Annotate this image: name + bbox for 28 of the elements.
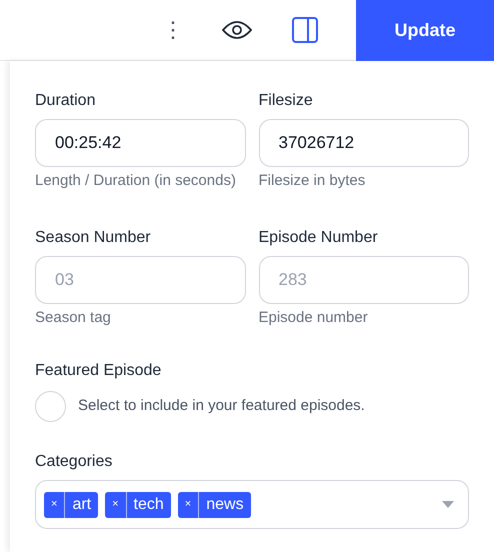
field-hint: Length / Duration (in seconds) xyxy=(35,171,237,191)
remove-tag-button[interactable]: × xyxy=(44,492,66,518)
preview-icon[interactable] xyxy=(222,20,252,40)
tag-label: tech xyxy=(132,494,165,514)
checkbox-label: Select to include in your featured episodes. xyxy=(78,396,365,416)
update-button[interactable]: Update xyxy=(356,0,494,60)
field-label: Featured Episode xyxy=(35,361,162,381)
field-hint: Season tag xyxy=(35,308,112,328)
input-field[interactable]: 37026712 xyxy=(258,119,469,167)
tag-label: news xyxy=(205,494,245,514)
tag-label: art xyxy=(71,494,92,514)
category-select[interactable]: × art × tech × news xyxy=(35,480,469,529)
dropdown-caret-icon xyxy=(442,501,454,508)
remove-tag-button[interactable]: × xyxy=(178,492,200,518)
remove-tag-button[interactable]: × xyxy=(105,492,127,518)
more-button[interactable]: ⋮ xyxy=(162,19,182,41)
field-label: Episode Number xyxy=(258,228,379,248)
field-label: Duration xyxy=(35,91,96,111)
input-field[interactable]: 03 xyxy=(35,256,246,304)
field-label: Season Number xyxy=(35,228,152,248)
input-field[interactable]: 00:25:42 xyxy=(35,119,246,167)
field-label: Categories xyxy=(35,452,114,472)
sidebar-toggle-icon[interactable] xyxy=(292,17,318,43)
field-label: Filesize xyxy=(258,91,314,111)
field-hint: Episode number xyxy=(258,308,369,328)
field-hint: Filesize in bytes xyxy=(258,171,366,191)
checkbox[interactable] xyxy=(35,391,66,422)
input-field[interactable]: 283 xyxy=(258,256,469,304)
